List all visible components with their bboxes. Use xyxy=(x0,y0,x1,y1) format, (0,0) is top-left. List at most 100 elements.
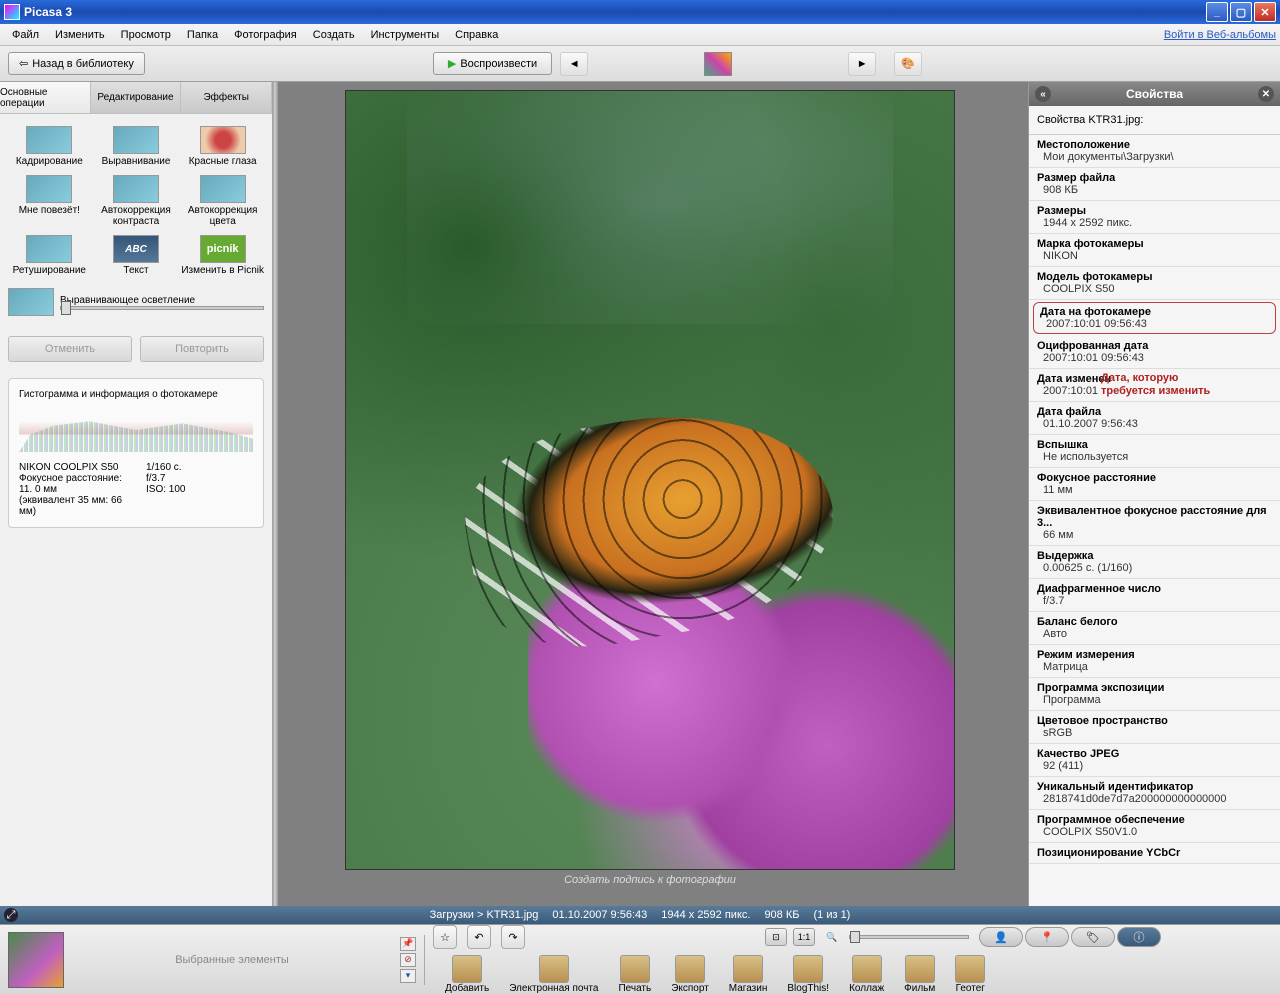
panel-collapse-button[interactable]: « xyxy=(1035,86,1051,102)
tool-redeye[interactable]: Красные глаза xyxy=(181,126,264,167)
tray-action[interactable]: Экспорт xyxy=(671,955,709,994)
property-row: МестоположениеМои документы\Загрузки\ xyxy=(1029,135,1280,168)
status-dims: 1944 x 2592 пикс. xyxy=(661,909,750,921)
tool-retouch[interactable]: Ретуширование xyxy=(8,235,91,276)
window-minimize-button[interactable]: _ xyxy=(1206,2,1228,22)
people-tab[interactable]: 👤 xyxy=(979,927,1023,947)
menu-edit[interactable]: Изменить xyxy=(47,27,113,43)
photo-viewer: Создать подпись к фотографии xyxy=(272,82,1028,906)
basic-tools-panel: Кадрирование Выравнивание Красные глаза … xyxy=(0,114,272,328)
tray-thumbnail[interactable] xyxy=(8,932,64,988)
tray-action[interactable]: Печать xyxy=(618,955,651,994)
main-area: Основные операции Редактирование Эффекты… xyxy=(0,82,1280,906)
expand-tray-button[interactable]: ⤢ xyxy=(4,908,18,922)
fill-light-control: Выравнивающее осветление xyxy=(8,288,264,316)
play-slideshow-button[interactable]: ▶ Воспроизвести xyxy=(433,52,552,75)
fill-light-slider[interactable] xyxy=(60,306,264,310)
tag-icon: 🏷 xyxy=(1086,931,1100,944)
pin-button[interactable]: 📌 xyxy=(400,937,416,951)
menu-file[interactable]: Файл xyxy=(4,27,47,43)
property-row: Эквивалентное фокусное расстояние для 3.… xyxy=(1029,501,1280,546)
property-row: Позиционирование YCbCr xyxy=(1029,843,1280,864)
redo-button[interactable]: Повторить xyxy=(140,336,264,362)
back-to-library-button[interactable]: ⇦ Назад в библиотеку xyxy=(8,52,145,75)
star-icon: ☆ xyxy=(440,931,450,944)
property-row: Оцифрованная дата2007:10:01 09:56:43 xyxy=(1029,336,1280,369)
tray-menu-button[interactable]: ▾ xyxy=(400,969,416,983)
properties-list[interactable]: МестоположениеМои документы\Загрузки\Раз… xyxy=(1029,135,1280,906)
clear-button[interactable]: ⊘ xyxy=(400,953,416,967)
tab-effects[interactable]: Эффекты xyxy=(181,82,272,113)
zoom-slider[interactable] xyxy=(849,935,969,939)
palette-button[interactable]: 🎨 xyxy=(894,52,922,76)
tab-basic[interactable]: Основные операции xyxy=(0,82,91,113)
property-row: Марка фотокамерыNIKON xyxy=(1029,234,1280,267)
property-row: Диафрагменное числоf/3.7 xyxy=(1029,579,1280,612)
main-toolbar: ⇦ Назад в библиотеку ▶ Воспроизвести ◄ ►… xyxy=(0,46,1280,82)
prev-photo-button[interactable]: ◄ xyxy=(560,52,588,76)
arrow-right-icon: ► xyxy=(857,58,868,70)
window-titlebar: Picasa 3 _ ▢ ✕ xyxy=(0,0,1280,24)
tool-straighten[interactable]: Выравнивание xyxy=(95,126,178,167)
property-row: Качество JPEG92 (411) xyxy=(1029,744,1280,777)
tray-action[interactable]: Фильм xyxy=(904,955,935,994)
rotate-ccw-icon: ↶ xyxy=(474,931,483,944)
rotate-ccw-button[interactable]: ↶ xyxy=(467,925,491,949)
property-row: ВспышкаНе используется xyxy=(1029,435,1280,468)
places-tab[interactable]: 📍 xyxy=(1025,927,1069,947)
tags-tab[interactable]: 🏷 xyxy=(1071,927,1115,947)
selected-items-label: Выбранные элементы xyxy=(72,954,392,966)
menu-tools[interactable]: Инструменты xyxy=(363,27,448,43)
star-button[interactable]: ☆ xyxy=(433,925,457,949)
pin-icon: 📍 xyxy=(1040,931,1054,944)
fit-button[interactable]: ⊡ xyxy=(765,928,787,946)
property-row: Программное обеспечениеCOOLPIX S50V1.0 xyxy=(1029,810,1280,843)
tray-action[interactable]: BlogThis! xyxy=(787,955,829,994)
play-icon: ▶ xyxy=(448,57,456,70)
menu-folder[interactable]: Папка xyxy=(179,27,226,43)
menu-create[interactable]: Создать xyxy=(305,27,363,43)
fill-light-icon xyxy=(8,288,54,316)
caption-input[interactable]: Создать подпись к фотографии xyxy=(564,874,736,886)
tool-lucky[interactable]: Мне повезёт! xyxy=(8,175,91,227)
tool-crop[interactable]: Кадрирование xyxy=(8,126,91,167)
tool-auto-contrast[interactable]: Автокоррекция контраста xyxy=(95,175,178,227)
left-panel: Основные операции Редактирование Эффекты… xyxy=(0,82,272,906)
tool-text[interactable]: ABCТекст xyxy=(95,235,178,276)
properties-subheader: Свойства KTR31.jpg: xyxy=(1029,106,1280,135)
status-size: 908 КБ xyxy=(764,909,799,921)
tray-action[interactable]: Коллаж xyxy=(849,955,884,994)
info-tab[interactable]: ⓘ xyxy=(1117,927,1161,947)
property-row: Модель фотокамерыCOOLPIX S50 xyxy=(1029,267,1280,300)
rotate-cw-button[interactable]: ↷ xyxy=(501,925,525,949)
tool-picnik[interactable]: picnikИзменить в Picnik xyxy=(181,235,264,276)
arrow-left-icon: ⇦ xyxy=(19,57,28,70)
photo-image[interactable] xyxy=(345,90,955,870)
menu-view[interactable]: Просмотр xyxy=(113,27,179,43)
tray-action[interactable]: Геотег xyxy=(955,955,985,994)
edit-tabs: Основные операции Редактирование Эффекты xyxy=(0,82,272,114)
window-maximize-button[interactable]: ▢ xyxy=(1230,2,1252,22)
app-icon xyxy=(4,4,20,20)
tool-auto-color[interactable]: Автокоррекция цвета xyxy=(181,175,264,227)
property-row: Дата изменен2007:10:01 xyxy=(1029,369,1280,402)
menu-photo[interactable]: Фотография xyxy=(226,27,305,43)
window-close-button[interactable]: ✕ xyxy=(1254,2,1276,22)
menu-help[interactable]: Справка xyxy=(447,27,506,43)
property-row: Баланс белогоАвто xyxy=(1029,612,1280,645)
undo-button[interactable]: Отменить xyxy=(8,336,132,362)
status-pos: (1 из 1) xyxy=(813,909,850,921)
tray-action[interactable]: Магазин xyxy=(729,955,768,994)
tab-edit[interactable]: Редактирование xyxy=(91,82,182,113)
login-link[interactable]: Войти в Веб-альбомы xyxy=(1164,29,1276,41)
panel-close-button[interactable]: ✕ xyxy=(1258,86,1274,102)
bottom-tray: Выбранные элементы 📌 ⊘ ▾ ☆ ↶ ↷ ⊡ 1:1 🔍 👤… xyxy=(0,924,1280,994)
tray-action[interactable]: Добавить xyxy=(445,955,489,994)
current-thumbnail[interactable] xyxy=(704,52,732,76)
panel-splitter[interactable] xyxy=(272,82,278,906)
next-photo-button[interactable]: ► xyxy=(848,52,876,76)
tray-action[interactable]: Электронная почта xyxy=(509,955,598,994)
actual-size-button[interactable]: 1:1 xyxy=(793,928,815,946)
properties-title: Свойства xyxy=(1051,87,1258,101)
property-row: Размер файла908 КБ xyxy=(1029,168,1280,201)
